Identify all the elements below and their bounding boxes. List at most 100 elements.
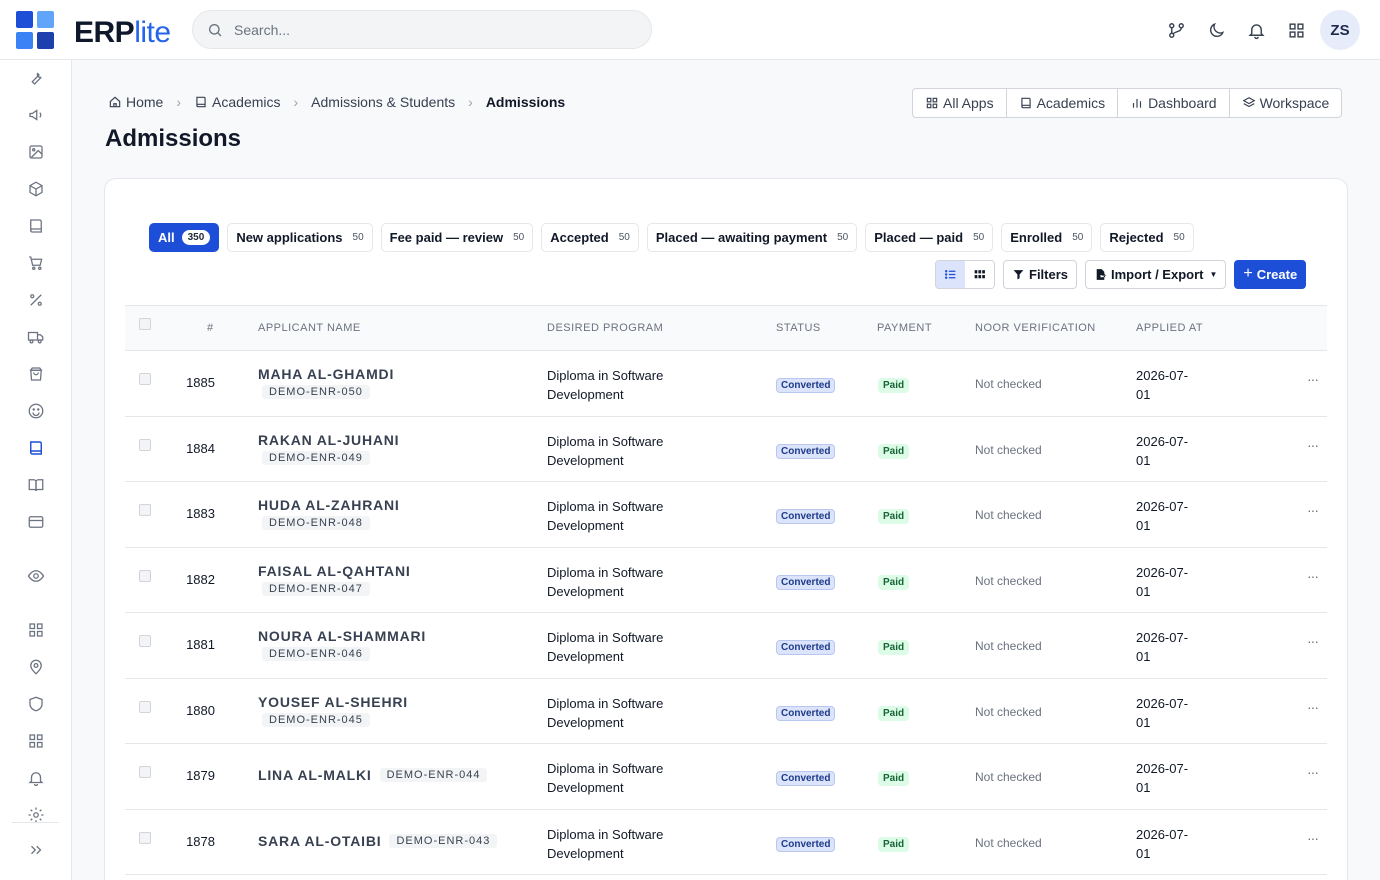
credit-card-icon[interactable] — [26, 512, 46, 532]
grid-view-button[interactable] — [965, 260, 994, 288]
more-actions-icon[interactable]: ··· — [1307, 764, 1319, 780]
more-actions-icon[interactable]: ··· — [1307, 568, 1319, 584]
table-row[interactable]: 1885 MAHA AL-GHAMDI DEMO-ENR-050 Diploma… — [125, 351, 1327, 417]
apps-grid-icon[interactable] — [1276, 10, 1316, 50]
table-row[interactable]: 1878 SARA AL-OTAIBI DEMO-ENR-043 Diploma… — [125, 810, 1327, 875]
column-header-noor-verification[interactable]: NOOR VERIFICATION — [975, 322, 1096, 334]
smile-icon[interactable] — [26, 401, 46, 421]
shield-icon[interactable] — [26, 694, 46, 714]
row-checkbox[interactable] — [139, 438, 151, 451]
tab-accepted[interactable]: Accepted 50 — [541, 223, 639, 252]
cart-icon[interactable] — [26, 253, 46, 273]
import-export-button[interactable]: Import / Export ▼ — [1085, 259, 1227, 289]
column-header-number[interactable]: # — [207, 322, 214, 334]
grid-icon — [926, 97, 938, 109]
table-row[interactable]: 1884 RAKAN AL-JUHANI DEMO-ENR-049 Diplom… — [125, 417, 1327, 482]
tab-enrolled[interactable]: Enrolled 50 — [1001, 223, 1093, 252]
grid-icon[interactable] — [26, 620, 46, 640]
git-branch-icon[interactable] — [1156, 10, 1196, 50]
row-checkbox[interactable] — [139, 569, 151, 582]
table-row[interactable]: 1881 NOURA AL-SHAMMARI DEMO-ENR-046 Dipl… — [125, 613, 1327, 679]
applicant-name[interactable]: HUDA AL-ZAHRANI — [258, 497, 538, 513]
create-button[interactable]: + Create — [1234, 259, 1307, 289]
all-apps-link[interactable]: All Apps — [913, 89, 1007, 117]
breadcrumb-section[interactable]: Admissions & Students — [311, 94, 455, 110]
more-actions-icon[interactable]: ··· — [1307, 502, 1319, 518]
eye-icon[interactable] — [26, 566, 46, 586]
applicant-name[interactable]: SARA AL-OTAIBI — [258, 833, 381, 849]
more-actions-icon[interactable]: ··· — [1307, 699, 1319, 715]
table-row[interactable]: 1880 YOUSEF AL-SHEHRI DEMO-ENR-045 Diplo… — [125, 679, 1327, 744]
more-actions-icon[interactable]: ··· — [1307, 830, 1319, 846]
more-actions-icon[interactable]: ··· — [1307, 371, 1319, 387]
column-header-applied-at[interactable]: APPLIED AT — [1136, 322, 1203, 334]
breadcrumb-home[interactable]: Home — [108, 94, 163, 110]
bar-chart-icon — [1132, 98, 1142, 108]
tab-new-applications[interactable]: New applications 50 — [227, 223, 373, 252]
book-open-icon[interactable] — [26, 475, 46, 495]
list-view-button[interactable] — [936, 260, 965, 288]
column-header-status[interactable]: STATUS — [776, 322, 821, 334]
tab-placed-awaiting-payment[interactable]: Placed — awaiting payment 50 — [646, 223, 858, 252]
applicant-name[interactable]: YOUSEF AL-SHEHRI — [258, 694, 538, 710]
row-checkbox[interactable] — [139, 766, 151, 778]
bell-icon[interactable] — [26, 768, 46, 788]
row-number: 1885 — [186, 375, 215, 390]
dashboard-link[interactable]: Dashboard — [1118, 89, 1230, 117]
applicant-name[interactable]: LINA AL-MALKI — [258, 767, 372, 783]
box-icon[interactable] — [26, 179, 46, 199]
avatar[interactable]: ZS — [1320, 10, 1360, 50]
select-all-checkbox[interactable] — [139, 318, 151, 330]
shopping-bag-icon[interactable] — [26, 364, 46, 384]
applied-at: 2026-07- 01 — [1136, 695, 1189, 730]
search-bar[interactable] — [192, 10, 652, 49]
more-actions-icon[interactable]: ··· — [1307, 633, 1319, 649]
more-actions-icon[interactable]: ··· — [1307, 437, 1319, 453]
map-pin-icon[interactable] — [26, 657, 46, 677]
table-row[interactable]: 1882 FAISAL AL-QAHTANI DEMO-ENR-047 Dipl… — [125, 548, 1327, 613]
row-checkbox[interactable] — [139, 373, 151, 385]
row-number: 1878 — [186, 833, 215, 849]
tab-all[interactable]: All 350 — [149, 223, 220, 252]
row-number: 1884 — [186, 440, 215, 456]
percent-icon[interactable] — [26, 290, 46, 310]
academics-link[interactable]: Academics — [1007, 89, 1119, 117]
tab-fee-paid-review[interactable]: Fee paid — review 50 — [380, 223, 534, 252]
applied-at: 2026-07- 01 — [1136, 564, 1189, 599]
column-header-applicant-name[interactable]: APPLICANT NAME — [258, 322, 361, 334]
grid-icon[interactable] — [26, 731, 46, 751]
table-row[interactable]: 1879 LINA AL-MALKI DEMO-ENR-044 Diploma … — [125, 744, 1327, 810]
app-logo-text[interactable]: ERPlite — [74, 16, 171, 50]
image-icon[interactable] — [26, 142, 46, 162]
expand-icon[interactable] — [26, 840, 46, 860]
applicant-name[interactable]: RAKAN AL-JUHANI — [258, 432, 538, 448]
wrench-icon[interactable] — [26, 68, 46, 88]
logo-icon[interactable] — [16, 11, 54, 49]
tab-count: 50 — [837, 232, 849, 243]
row-checkbox[interactable] — [139, 831, 151, 844]
search-input[interactable] — [234, 21, 614, 38]
truck-icon[interactable] — [26, 327, 46, 347]
bell-icon[interactable] — [1236, 10, 1276, 50]
moon-icon[interactable] — [1196, 10, 1236, 50]
row-number: 1883 — [186, 506, 215, 521]
row-checkbox[interactable] — [139, 504, 151, 516]
applicant-code: DEMO-ENR-044 — [379, 768, 488, 782]
breadcrumb-academics[interactable]: Academics — [194, 94, 281, 110]
column-header-desired-program[interactable]: DESIRED PROGRAM — [547, 322, 663, 334]
applicant-name[interactable]: NOURA AL-SHAMMARI — [258, 628, 538, 644]
applicant-name[interactable]: MAHA AL-GHAMDI — [258, 366, 538, 382]
table-row[interactable]: 1883 HUDA AL-ZAHRANI DEMO-ENR-048 Diplom… — [125, 482, 1327, 548]
filters-button[interactable]: Filters — [1003, 259, 1078, 289]
book-icon[interactable] — [26, 216, 46, 236]
row-checkbox[interactable] — [139, 635, 151, 647]
noor-verification: Not checked — [975, 770, 1042, 784]
megaphone-icon[interactable] — [26, 105, 46, 125]
tab-rejected[interactable]: Rejected 50 — [1100, 223, 1194, 252]
column-header-payment[interactable]: PAYMENT — [877, 322, 932, 334]
row-checkbox[interactable] — [139, 700, 151, 713]
book-active-icon[interactable] — [26, 438, 46, 458]
workspace-link[interactable]: Workspace — [1230, 89, 1342, 117]
tab-placed-paid[interactable]: Placed — paid 50 — [865, 223, 994, 252]
applicant-name[interactable]: FAISAL AL-QAHTANI — [258, 563, 538, 579]
